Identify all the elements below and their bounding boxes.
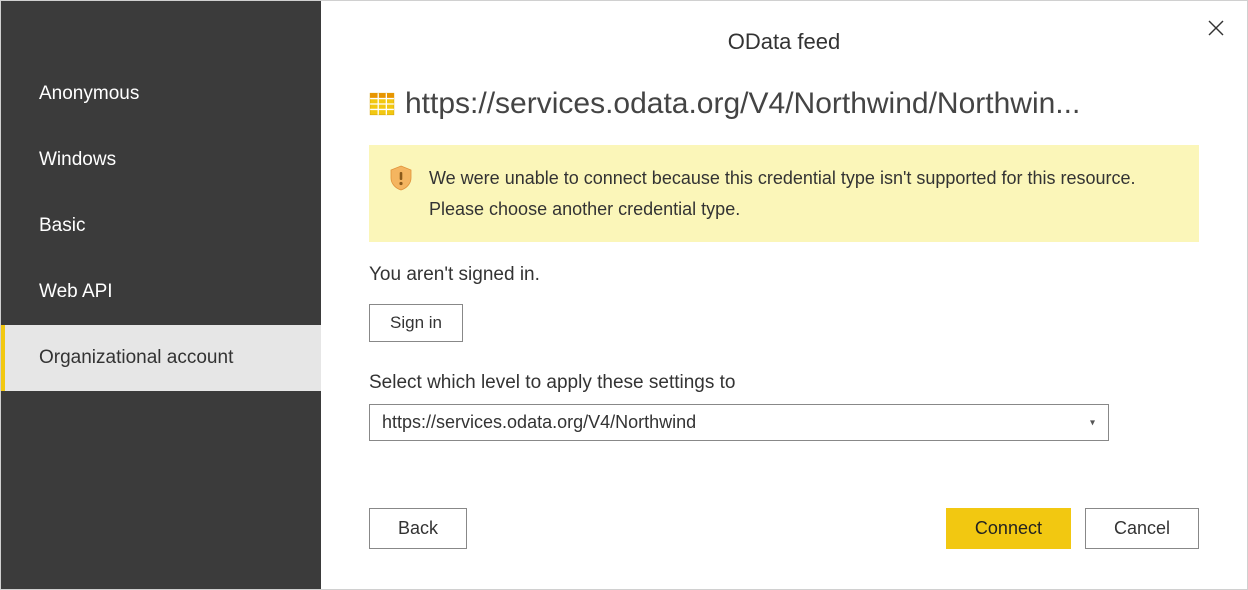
level-select-label: Select which level to apply these settin… (369, 372, 1199, 394)
close-icon (1207, 19, 1225, 37)
connect-button[interactable]: Connect (946, 508, 1071, 549)
warning-message: We were unable to connect because this c… (429, 168, 1136, 219)
sidebar-item-organizational-account[interactable]: Organizational account (1, 325, 321, 391)
data-source-url-row: https://services.odata.org/V4/Northwind/… (369, 87, 1199, 121)
sidebar-item-label: Organizational account (39, 347, 233, 368)
cancel-button-label: Cancel (1114, 518, 1170, 538)
sign-in-button-label: Sign in (390, 313, 442, 332)
odata-table-icon (369, 91, 395, 117)
sidebar-item-label: Anonymous (39, 83, 139, 104)
level-select-value: https://services.odata.org/V4/Northwind (382, 412, 696, 432)
data-source-url: https://services.odata.org/V4/Northwind/… (405, 87, 1080, 121)
sidebar-item-label: Windows (39, 149, 116, 170)
auth-type-sidebar: Anonymous Windows Basic Web API Organiza… (1, 1, 321, 589)
signin-status: You aren't signed in. (369, 264, 1199, 286)
warning-shield-icon (389, 165, 413, 191)
level-select-wrapper: https://services.odata.org/V4/Northwind … (369, 404, 1109, 441)
back-button[interactable]: Back (369, 508, 467, 549)
cancel-button[interactable]: Cancel (1085, 508, 1199, 549)
back-button-label: Back (398, 518, 438, 538)
sidebar-item-label: Web API (39, 281, 113, 302)
connect-button-label: Connect (975, 518, 1042, 538)
sidebar-item-anonymous[interactable]: Anonymous (1, 61, 321, 127)
warning-banner: We were unable to connect because this c… (369, 145, 1199, 242)
sidebar-item-label: Basic (39, 215, 85, 236)
sidebar-item-windows[interactable]: Windows (1, 127, 321, 193)
main-panel: OData feed https://services.odata.org/V4 (321, 1, 1247, 589)
sidebar-item-basic[interactable]: Basic (1, 193, 321, 259)
close-button[interactable] (1207, 19, 1225, 42)
level-select[interactable]: https://services.odata.org/V4/Northwind (369, 404, 1109, 441)
dialog-footer: Back Connect Cancel (369, 508, 1199, 549)
footer-right-buttons: Connect Cancel (946, 508, 1199, 549)
sidebar-item-web-api[interactable]: Web API (1, 259, 321, 325)
odata-credentials-dialog: Anonymous Windows Basic Web API Organiza… (0, 0, 1248, 590)
dialog-title: OData feed (321, 1, 1247, 61)
sign-in-button[interactable]: Sign in (369, 304, 463, 342)
